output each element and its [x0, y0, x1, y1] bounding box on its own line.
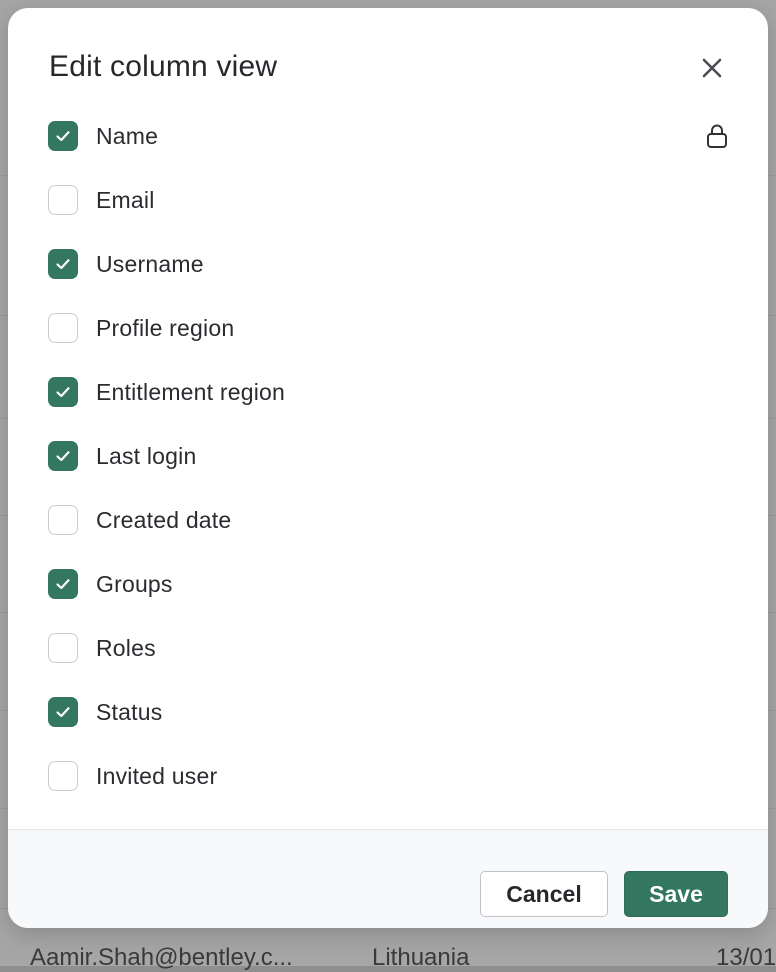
cancel-button[interactable]: Cancel: [480, 871, 608, 917]
column-checkbox-groups[interactable]: [48, 569, 78, 599]
close-icon: [702, 58, 722, 78]
column-checkbox-created-date[interactable]: [48, 505, 78, 535]
checkmark-icon: [56, 579, 70, 590]
column-option-email[interactable]: Email: [48, 168, 728, 232]
save-button[interactable]: Save: [624, 871, 728, 917]
column-label: Last login: [96, 442, 197, 469]
column-option-username[interactable]: Username: [48, 232, 728, 296]
column-checkbox-profile-region[interactable]: [48, 313, 78, 343]
edit-column-view-dialog: Edit column view Name Email Username Profil…: [8, 8, 768, 928]
column-label: Email: [96, 186, 155, 213]
column-option-status[interactable]: Status: [48, 680, 728, 744]
column-label: Username: [96, 250, 204, 277]
checkmark-icon: [56, 451, 70, 462]
column-checkbox-username[interactable]: [48, 249, 78, 279]
column-checkbox-invited-user[interactable]: [48, 761, 78, 791]
column-label: Entitlement region: [96, 378, 285, 405]
lock-icon: [707, 124, 727, 148]
column-checkbox-last-login[interactable]: [48, 441, 78, 471]
checkmark-icon: [56, 707, 70, 718]
column-label: Created date: [96, 506, 232, 533]
column-label: Invited user: [96, 762, 218, 789]
column-option-created-date[interactable]: Created date: [48, 488, 728, 552]
column-option-profile-region[interactable]: Profile region: [48, 296, 728, 360]
column-option-roles[interactable]: Roles: [48, 616, 728, 680]
dialog-footer: Cancel Save: [8, 829, 768, 928]
column-label: Status: [96, 698, 163, 725]
column-checkbox-status[interactable]: [48, 697, 78, 727]
bg-row-country: Lithuania: [372, 944, 470, 971]
close-button[interactable]: [694, 50, 730, 86]
column-option-invited-user[interactable]: Invited user: [48, 744, 728, 808]
column-checkbox-name[interactable]: [48, 121, 78, 151]
column-checkbox-entitlement-region[interactable]: [48, 377, 78, 407]
column-option-entitlement-region[interactable]: Entitlement region: [48, 360, 728, 424]
checkmark-icon: [56, 131, 70, 142]
checkmark-icon: [56, 259, 70, 270]
column-option-name[interactable]: Name: [48, 104, 728, 168]
column-checkbox-roles[interactable]: [48, 633, 78, 663]
column-label: Roles: [96, 634, 156, 661]
dialog-title: Edit column view: [49, 50, 278, 83]
column-checkbox-email[interactable]: [48, 185, 78, 215]
column-options-list: Name Email Username Profile region Entitleme…: [48, 104, 728, 808]
column-option-groups[interactable]: Groups: [48, 552, 728, 616]
checkmark-icon: [56, 387, 70, 398]
column-label: Profile region: [96, 314, 235, 341]
bg-row-date: 13/01/: [716, 944, 776, 971]
column-label: Name: [96, 122, 159, 149]
column-label: Groups: [96, 570, 173, 597]
column-option-last-login[interactable]: Last login: [48, 424, 728, 488]
bg-row-email: Aamir.Shah@bentley.c...: [30, 944, 293, 971]
